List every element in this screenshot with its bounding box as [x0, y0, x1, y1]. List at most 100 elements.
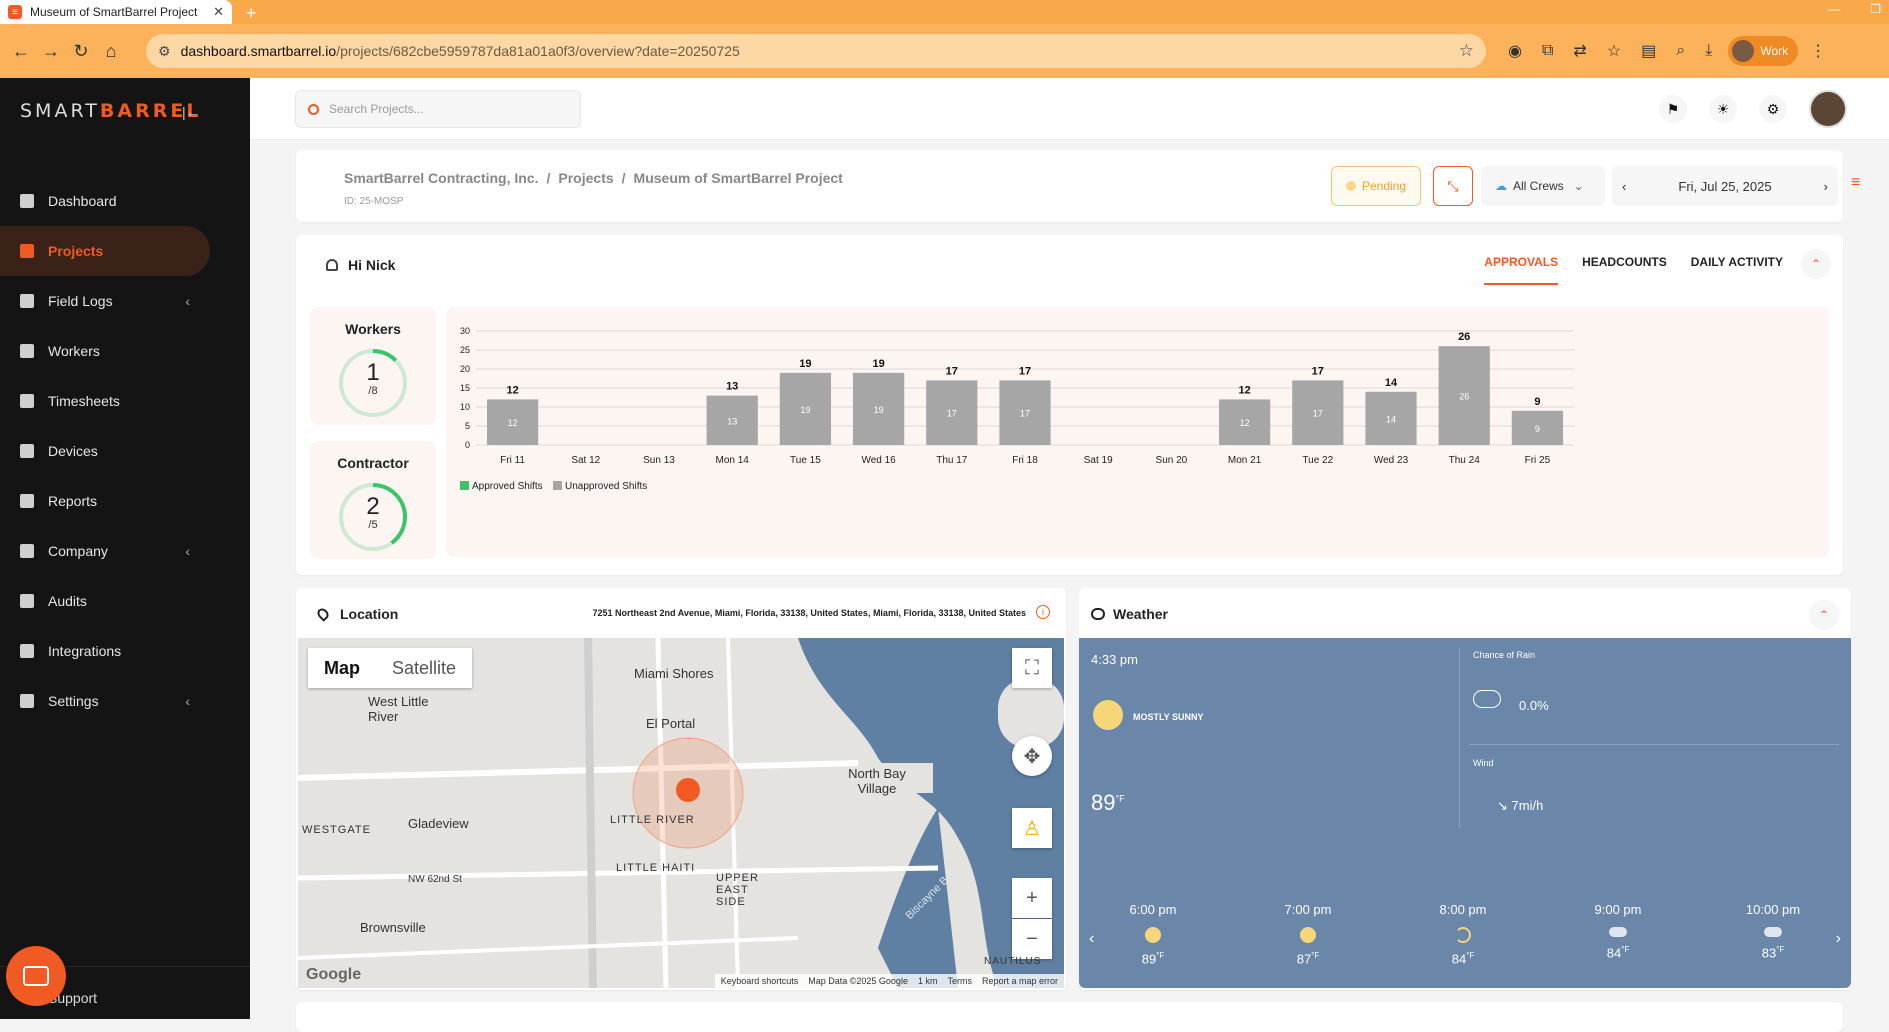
- report-error-link[interactable]: Report a map error: [982, 976, 1058, 986]
- pan-control-icon[interactable]: ✥: [1012, 736, 1052, 776]
- map-label: West Little River: [368, 694, 429, 724]
- new-tab-icon[interactable]: +: [246, 2, 257, 24]
- sidebar-item-audits[interactable]: Audits: [0, 576, 250, 626]
- tab-headcounts[interactable]: HEADCOUNTS: [1582, 255, 1667, 285]
- theme-toggle-icon[interactable]: ☀: [1709, 95, 1737, 123]
- fullscreen-icon[interactable]: ⛶: [1012, 648, 1052, 688]
- sidebar-item-devices[interactable]: Devices: [0, 426, 250, 476]
- zoom-out-button[interactable]: −: [1012, 919, 1052, 959]
- gear-icon[interactable]: ⚙: [1759, 95, 1787, 123]
- y-tick-label: 10: [460, 402, 470, 412]
- tab-approvals[interactable]: APPROVALS: [1484, 255, 1559, 285]
- hourly-forecast: 6:00 pm 89°F 7:00 pm 87°F 8:00 pm 84°F 9:00…: [1113, 902, 1813, 966]
- search-tabs-icon[interactable]: ⌕: [1676, 42, 1685, 60]
- reading-list-icon[interactable]: ▤: [1641, 41, 1656, 61]
- back-icon[interactable]: ←: [6, 36, 36, 66]
- minimize-icon[interactable]: —: [1828, 2, 1840, 16]
- logo[interactable]: SMARTBARREL: [20, 100, 201, 122]
- weather-card: Weather ⌃ 4:33 pm MOSTLY SUNNY 89°F Chan…: [1079, 588, 1851, 990]
- terms-link[interactable]: Terms: [947, 976, 972, 986]
- hourly-next-icon[interactable]: ›: [1836, 930, 1841, 948]
- next-date-icon[interactable]: ›: [1824, 179, 1828, 194]
- map[interactable]: Map Satellite ⛶ ✥ ♙ + − Miami Shores Wes…: [298, 638, 1064, 988]
- collapse-weather-icon[interactable]: ⌃: [1809, 600, 1839, 630]
- language-flag-icon[interactable]: ⚑: [1659, 95, 1687, 123]
- sidebar-item-company[interactable]: Company ‹: [0, 526, 250, 576]
- crews-select[interactable]: ☁ All Crews ⌄: [1481, 166, 1605, 206]
- collapse-view-button[interactable]: ⤡: [1433, 166, 1473, 206]
- wind-value: ↘ 7mi/h: [1497, 798, 1544, 813]
- sidebar-item-dashboard[interactable]: Dashboard: [0, 176, 250, 226]
- reports-icon: [20, 494, 34, 508]
- sidebar-item-workers[interactable]: Workers: [0, 326, 250, 376]
- menu-icon[interactable]: ≡: [1851, 174, 1860, 192]
- favicon-icon: ≡: [8, 5, 22, 19]
- shifts-chart-svg: 0 5 10 15 20 25 30 Fri 11 12 12 Sat 12 Sun 13 Mon 14…: [460, 326, 1574, 492]
- sidebar-item-reports[interactable]: Reports: [0, 476, 250, 526]
- forward-icon[interactable]: →: [36, 36, 66, 66]
- profile-avatar: [1732, 40, 1755, 62]
- hourly-item: 6:00 pm 89°F: [1129, 902, 1177, 967]
- extensions-icon[interactable]: ⧉: [1542, 42, 1553, 60]
- home-icon[interactable]: ⌂: [96, 36, 126, 66]
- y-tick-label: 20: [460, 364, 470, 374]
- x-tick-label: Fri 18: [1012, 455, 1038, 466]
- workers-stat: Workers 1 /8: [310, 307, 436, 425]
- tab-satellite[interactable]: Satellite: [376, 648, 472, 688]
- weather-panel: 4:33 pm MOSTLY SUNNY 89°F Chance of Rain…: [1079, 638, 1851, 988]
- breadcrumb-projects[interactable]: Projects: [558, 170, 613, 186]
- close-tab-icon[interactable]: ✕: [213, 4, 224, 20]
- avatar[interactable]: [1809, 90, 1847, 128]
- chat-button[interactable]: [6, 946, 66, 1006]
- hourly-item: 10:00 pm 83°F: [1745, 902, 1801, 961]
- sidebar-item-settings[interactable]: Settings ‹: [0, 676, 250, 726]
- chat-icon: [23, 966, 49, 986]
- status-badge[interactable]: Pending: [1331, 166, 1421, 206]
- address-bar[interactable]: ⚙ dashboard.smartbarrel.io/projects/682c…: [146, 34, 1486, 68]
- info-icon[interactable]: i: [1036, 605, 1050, 619]
- profile-button[interactable]: Work: [1728, 36, 1799, 66]
- hourly-item: 9:00 pm 84°F: [1594, 902, 1642, 961]
- field-logs-icon: [20, 294, 34, 308]
- map-tiles: [298, 638, 1064, 988]
- shifts-chart: 0 5 10 15 20 25 30 Fri 11 12 12 Sat 12 Sun 13 Mon 14…: [446, 307, 1829, 557]
- google-logo: Google: [306, 966, 362, 983]
- date-picker[interactable]: ‹ Fri, Jul 25, 2025 ›: [1612, 166, 1838, 206]
- map-label: LITTLE RIVER: [610, 814, 695, 826]
- prev-date-icon[interactable]: ‹: [1622, 179, 1626, 194]
- reload-icon[interactable]: ↻: [66, 36, 96, 66]
- map-type-tabs: Map Satellite: [308, 648, 473, 688]
- collapse-sidebar-icon[interactable]: |←: [182, 104, 200, 120]
- sidebar-item-integrations[interactable]: Integrations: [0, 626, 250, 676]
- sidebar-item-timesheets[interactable]: Timesheets: [0, 376, 250, 426]
- chevron-left-icon: ‹: [185, 693, 190, 709]
- sidebar-item-field-logs[interactable]: Field Logs ‹: [0, 276, 250, 326]
- hourly-prev-icon[interactable]: ‹: [1089, 930, 1094, 948]
- restore-icon[interactable]: ❐: [1870, 2, 1881, 16]
- selected-date[interactable]: Fri, Jul 25, 2025: [1678, 179, 1771, 194]
- tab-map[interactable]: Map: [308, 648, 376, 688]
- browser-menu-icon[interactable]: ⋮: [1810, 41, 1826, 61]
- bookmark-star-icon[interactable]: ☆: [1459, 41, 1474, 61]
- map-label: UPPER EAST SIDE: [716, 872, 759, 908]
- breadcrumb-company[interactable]: SmartBarrel Contracting, Inc.: [344, 170, 539, 186]
- sidebar-item-projects[interactable]: Projects: [0, 226, 210, 276]
- translate-icon[interactable]: ⇄: [1573, 41, 1586, 61]
- download-icon[interactable]: ⤓: [1705, 42, 1712, 60]
- x-tick-label: Wed 16: [861, 455, 896, 466]
- location-card: Location 7251 Northeast 2nd Avenue, Miam…: [296, 588, 1066, 990]
- bar-total-label: 12: [1238, 384, 1250, 396]
- collapse-card-icon[interactable]: ⌃: [1801, 249, 1831, 279]
- site-settings-icon[interactable]: ⚙: [158, 43, 171, 60]
- password-manager-icon[interactable]: ◉: [1508, 41, 1522, 61]
- favorites-icon[interactable]: ☆: [1607, 41, 1621, 61]
- project-id: ID: 25-MOSP: [344, 196, 404, 207]
- street-view-icon[interactable]: ♙: [1012, 808, 1052, 848]
- keyboard-shortcuts-link[interactable]: Keyboard shortcuts: [721, 976, 799, 986]
- scale-text[interactable]: 1 km: [918, 976, 938, 986]
- zoom-in-button[interactable]: +: [1012, 878, 1052, 918]
- browser-tab[interactable]: ≡ Museum of SmartBarrel Project ✕: [0, 0, 232, 24]
- tab-daily-activity[interactable]: DAILY ACTIVITY: [1691, 255, 1783, 285]
- search-input[interactable]: Search Projects...: [295, 90, 581, 128]
- top-header: Search Projects... ⚑ ☀ ⚙: [250, 78, 1889, 140]
